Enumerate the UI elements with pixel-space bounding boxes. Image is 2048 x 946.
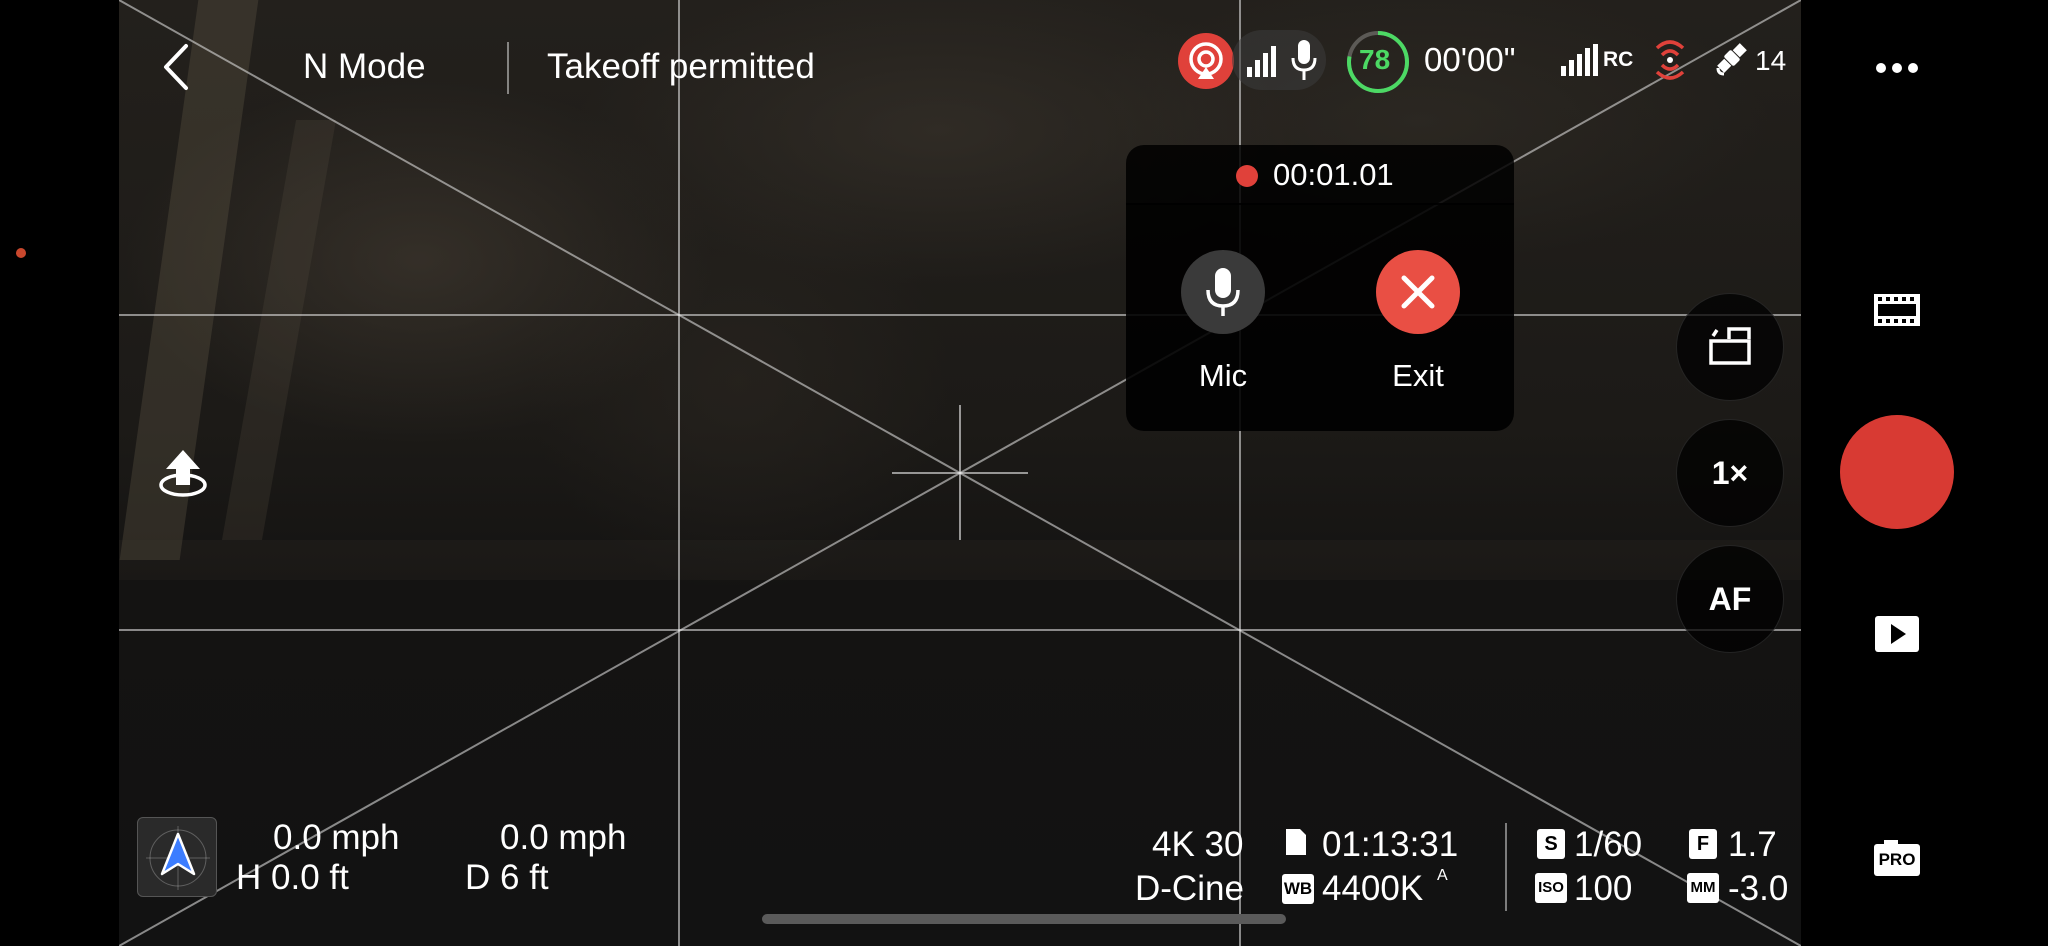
focus-label: AF [1708, 580, 1752, 617]
iso[interactable]: 100 [1574, 869, 1632, 909]
pro-label: PRO [1878, 850, 1916, 869]
livestream-button[interactable] [1178, 33, 1234, 89]
vertical-speed: 0.0 mph [500, 818, 627, 857]
satellite-icon [1716, 43, 1747, 76]
storage-time: 01:13:31 [1322, 825, 1459, 864]
divider [1505, 823, 1507, 911]
resolution-fps[interactable]: 4K 30 [1152, 825, 1243, 865]
broadcast-icon [1189, 42, 1223, 79]
wb-mode: A [1437, 867, 1448, 884]
satellite-count: 14 [1755, 45, 1787, 76]
exit-button[interactable] [1376, 250, 1460, 334]
iso-icon: ISO [1535, 873, 1567, 903]
focus-mode-button[interactable]: AF [1676, 545, 1784, 653]
takeoff-status[interactable]: Takeoff permitted [547, 47, 815, 87]
shutter-speed[interactable]: 1/60 [1574, 825, 1642, 865]
exposure-mode-icon: MM [1687, 873, 1719, 903]
mic-button[interactable] [1181, 250, 1265, 334]
microphone-icon [1291, 40, 1317, 80]
more-icon[interactable] [1874, 56, 1920, 80]
recording-timer: 00:01.01 [1273, 157, 1394, 192]
recording-dot-icon [1236, 165, 1258, 187]
signal-strength-icon [1247, 46, 1276, 77]
return-home-icon[interactable] [158, 447, 208, 499]
camera-switch-button[interactable] [1676, 293, 1784, 401]
zoom-label: 1× [1711, 454, 1749, 491]
exit-label: Exit [1392, 358, 1444, 393]
battery-percent[interactable]: 78 [1359, 44, 1390, 76]
obstacle-sensing-icon[interactable] [1653, 38, 1687, 82]
camera-switch-icon [1709, 327, 1751, 365]
aperture-icon: F [1689, 829, 1717, 859]
left-edge-indicator-dot [16, 248, 26, 258]
white-balance[interactable]: 4400K [1322, 869, 1423, 909]
back-button[interactable] [158, 42, 198, 92]
aperture[interactable]: 1.7 [1728, 825, 1777, 865]
horizontal-speed: 0.0 mph [273, 818, 400, 857]
divider [507, 42, 509, 94]
recording-popup: Mic Exit [1126, 203, 1514, 431]
shutter-icon: S [1537, 829, 1565, 859]
mic-label: Mic [1198, 358, 1248, 393]
sd-card-icon [1286, 829, 1306, 855]
playback-icon[interactable] [1873, 614, 1921, 654]
record-button[interactable] [1840, 415, 1954, 529]
white-balance-icon: WB [1282, 874, 1314, 904]
recording-timer-bar: 00:01.01 [1126, 145, 1514, 205]
rc-label: RC [1603, 48, 1634, 71]
flight-time: 00'00" [1424, 41, 1516, 78]
camera-viewport[interactable] [119, 0, 1801, 946]
height-readout: H 0.0 ft [236, 858, 349, 897]
microphone-icon [1206, 268, 1240, 316]
chevron-left-icon [164, 44, 188, 90]
home-indicator[interactable] [762, 914, 1286, 924]
exposure-value[interactable]: -3.0 [1728, 869, 1788, 909]
color-profile[interactable]: D-Cine [1135, 869, 1244, 909]
composition-grid [119, 0, 1801, 946]
flight-mode[interactable]: N Mode [303, 47, 426, 87]
map-compass-button[interactable] [137, 817, 217, 897]
rc-signal-icon [1561, 44, 1598, 76]
video-mode-icon[interactable] [1872, 290, 1922, 330]
zoom-button[interactable]: 1× [1676, 419, 1784, 527]
center-crosshair [892, 405, 1028, 540]
navigation-arrow-icon [146, 826, 210, 890]
distance-readout: D 6 ft [465, 858, 549, 897]
close-icon [1401, 275, 1435, 309]
